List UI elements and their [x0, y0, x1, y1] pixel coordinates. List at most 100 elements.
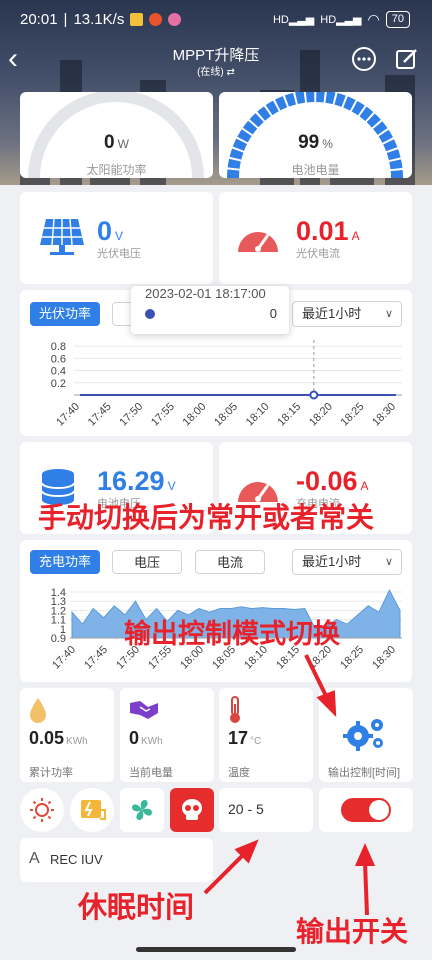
x-tick-label: 18:25 [338, 644, 366, 672]
battery-level-value: 99 [298, 132, 320, 153]
y-tick-label: 0.4 [51, 366, 66, 378]
temperature-tile: 17 °C 温度 [219, 688, 313, 782]
pv-voltage-card: 0V 光伏电压 [20, 192, 213, 284]
current-energy-tile: 0 KWh 当前电量 [120, 688, 214, 782]
x-tick-label: 17:55 [149, 401, 177, 429]
charger-button[interactable] [70, 788, 114, 832]
output-toggle[interactable] [341, 798, 391, 822]
tooltip-series-dot [145, 309, 155, 319]
thermometer-icon [230, 696, 240, 723]
app-notification-icon [149, 13, 163, 26]
cumulative-energy-tile: 0.05 KWh 累计功率 [20, 688, 114, 782]
droplet-icon [30, 698, 46, 723]
y-tick-label: 0.6 [51, 353, 66, 365]
y-tick-label: 0.9 [51, 633, 66, 645]
rec-mode-label: REC IUV [50, 852, 103, 867]
x-tick-label: 18:05 [212, 401, 240, 429]
sleep-time-value: 20 - 5 [228, 801, 264, 817]
signal-icon-2: HD▂▃▅ [320, 14, 362, 26]
more-button[interactable] [351, 46, 377, 72]
battery-level-caption: 电池电量 [291, 163, 340, 177]
mail-icon [130, 13, 144, 26]
status-bar: 20:01 | 13.1K/s HD▂▃▅ HD▂▃▅ ◠ 70 [0, 0, 432, 40]
light-button[interactable] [20, 788, 64, 832]
edit-icon [396, 49, 417, 69]
font-icon: A [29, 850, 40, 867]
y-tick-label: 0.2 [51, 378, 66, 390]
status-time: 20:01 [20, 11, 58, 28]
battery-icon: 70 [385, 11, 410, 28]
cumulative-energy-value: 0.05 [29, 728, 65, 748]
meter-icon [238, 232, 278, 252]
x-tick-label: 18:00 [181, 401, 209, 429]
x-tick-label: 18:30 [370, 644, 398, 672]
battery-voltage-unit: V [167, 479, 176, 493]
x-tick-label: 17:40 [54, 401, 82, 429]
pv-current-value: 0.01 [296, 216, 349, 246]
chart-tooltip: 2023-02-01 18:17:00 0 [131, 286, 289, 334]
x-tick-label: 17:40 [50, 644, 78, 672]
annotation-sleep: 休眠时间 [78, 892, 195, 924]
x-tick-label: 18:10 [244, 401, 272, 429]
annotation-switch: 输出开关 [296, 916, 409, 947]
sun-light-icon [30, 798, 54, 822]
temperature-caption: 温度 [228, 767, 250, 779]
highlight-point [309, 390, 319, 400]
pv-current-card: 0.01 A 光伏电流 [219, 192, 412, 284]
output-control-mode-tile[interactable]: 输出控制[时间] [319, 688, 413, 782]
pv-current-caption: 光伏电流 [296, 248, 340, 260]
alarm-button[interactable] [170, 788, 214, 832]
x-tick-label: 18:20 [307, 401, 335, 429]
battery-level-gauge-card: 99% 电池电量 [219, 92, 412, 178]
temperature-unit: °C [250, 736, 262, 747]
charge-power-chart-card: 充电功率 电压 电流 最近1小时 ∨ 1.4 1.3 1.2 1.1 1 0.9 17:40 1… [20, 540, 412, 682]
x-tick-label: 17:45 [82, 644, 110, 672]
charger-icon [81, 800, 106, 820]
fan-icon [132, 800, 152, 820]
pv-voltage-unit: V [115, 229, 124, 243]
x-tick-label: 17:45 [86, 401, 114, 429]
pv-voltage-value: 0 [97, 216, 113, 246]
x-tick-label: 18:15 [275, 401, 303, 429]
solar-power-value: 0 [104, 132, 115, 153]
current-energy-unit: KWh [141, 736, 163, 747]
toggle-knob [369, 800, 389, 820]
more-icon [352, 47, 376, 71]
solar-power-unit: W [117, 137, 129, 151]
home-indicator[interactable] [136, 947, 296, 952]
pv-voltage-caption: 光伏电压 [97, 248, 141, 260]
edit-button[interactable] [394, 46, 420, 72]
fan-button[interactable] [120, 788, 164, 832]
battery-voltage-value: 16.29 [97, 466, 165, 496]
output-control-caption: 输出控制[时间] [328, 767, 401, 779]
cumulative-energy-caption: 累计功率 [29, 767, 73, 779]
sleep-time-field[interactable]: 20 - 5 [219, 788, 313, 832]
charge-current-unit: A [360, 479, 369, 493]
gears-icon [343, 719, 383, 751]
pv-power-chart-card: 光伏功率 最近1小时 ∨ 0.8 0.6 0.4 0.2 17:40 17:45 17:50 1… [20, 286, 412, 436]
temperature-value: 17 [228, 728, 249, 748]
tooltip-value: 0 [269, 306, 277, 321]
current-energy-value: 0 [129, 728, 140, 748]
x-tick-label: 18:25 [339, 401, 367, 429]
charge-current-value: -0.06 [296, 466, 358, 496]
signal-icon: HD▂▃▅ [272, 14, 315, 26]
tooltip-time: 2023-02-01 18:17:00 [145, 286, 266, 301]
wifi-icon: ◠ [367, 11, 380, 27]
cumulative-energy-unit: KWh [66, 736, 88, 747]
handshake-icon [130, 701, 158, 719]
solar-power-caption: 太阳能功率 [86, 163, 147, 177]
nav-bar: ‹ MPPT升降压 (在线) ⇄ [0, 40, 432, 86]
status-network-speed: 13.1K/s [73, 11, 125, 28]
x-tick-label: 17:50 [117, 401, 145, 429]
solar-panel-icon [40, 218, 84, 255]
battery-level-unit: % [322, 137, 333, 151]
annotation-mode: 输出控制模式切换 [124, 619, 340, 649]
pv-current-unit: A [351, 229, 360, 243]
rec-mode-card[interactable]: A REC IUV [20, 838, 213, 882]
x-tick-label: 18:30 [370, 401, 398, 429]
skull-icon [182, 799, 202, 820]
current-energy-caption: 当前电量 [129, 767, 173, 779]
flower-icon [168, 13, 182, 26]
annotation-manual: 手动切换后为常开或者常关 [38, 502, 375, 533]
